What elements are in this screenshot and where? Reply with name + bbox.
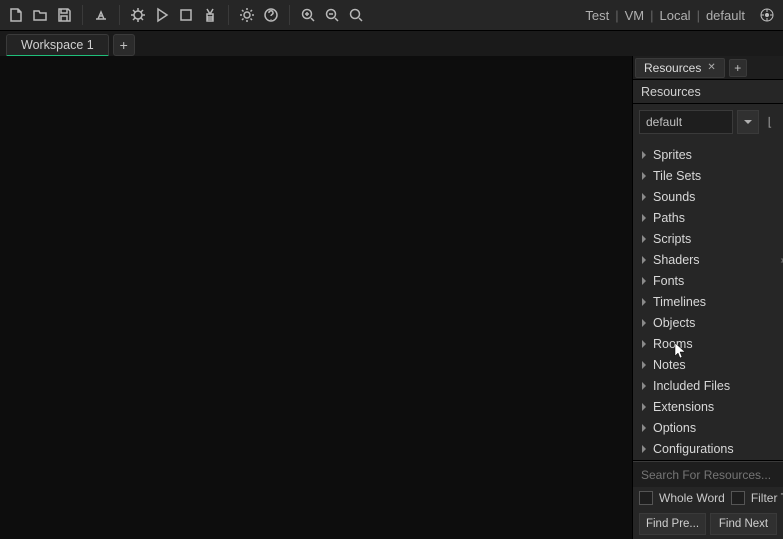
- resource-config-select[interactable]: [639, 110, 733, 134]
- resource-config-row: ⌊: [633, 104, 783, 140]
- disclosure-icon[interactable]: [639, 256, 649, 264]
- disclosure-icon[interactable]: [639, 361, 649, 369]
- workspace-tab[interactable]: Workspace 1: [6, 34, 109, 57]
- tree-item-tile-sets[interactable]: Tile Sets: [633, 165, 783, 186]
- toolbar-separator: [82, 5, 83, 25]
- toolbar-separator: [228, 5, 229, 25]
- tree-item-label: Sounds: [653, 190, 695, 204]
- run-button[interactable]: [150, 3, 174, 27]
- find-next-button[interactable]: Find Next: [710, 513, 777, 535]
- resource-config-dropdown-button[interactable]: [737, 110, 759, 134]
- disclosure-icon[interactable]: [639, 235, 649, 243]
- save-button[interactable]: [52, 3, 76, 27]
- target-local[interactable]: Local: [655, 8, 694, 23]
- resource-config-extra-icon[interactable]: ⌊: [763, 110, 777, 134]
- disclosure-icon[interactable]: [639, 151, 649, 159]
- tree-item-notes[interactable]: Notes: [633, 354, 783, 375]
- tree-item-sounds[interactable]: Sounds: [633, 186, 783, 207]
- disclosure-icon[interactable]: [639, 298, 649, 306]
- debug-button[interactable]: [126, 3, 150, 27]
- tree-item-label: Scripts: [653, 232, 691, 246]
- zoom-reset-button[interactable]: [320, 3, 344, 27]
- disclosure-icon[interactable]: [639, 424, 649, 432]
- whole-word-checkbox[interactable]: [639, 491, 653, 505]
- resource-search-input[interactable]: [633, 461, 783, 487]
- workspace-area[interactable]: [0, 56, 632, 539]
- zoom-out-button[interactable]: [344, 3, 368, 27]
- tree-item-fonts[interactable]: Fonts: [633, 270, 783, 291]
- tree-item-label: Configurations: [653, 442, 734, 456]
- tree-item-timelines[interactable]: Timelines: [633, 291, 783, 312]
- add-panel-tab-button[interactable]: +: [729, 59, 747, 77]
- main-toolbar: Test | VM | Local | default: [0, 0, 783, 31]
- tree-item-label: Extensions: [653, 400, 714, 414]
- stop-button[interactable]: [174, 3, 198, 27]
- target-default[interactable]: default: [702, 8, 749, 23]
- resources-panel-title: Resources: [633, 80, 783, 104]
- help-button[interactable]: [259, 3, 283, 27]
- filter-tree-checkbox[interactable]: [731, 491, 745, 505]
- create-executable-button[interactable]: [89, 3, 113, 27]
- workspace-tab-label: Workspace 1: [21, 38, 94, 52]
- target-status: Test | VM | Local | default: [581, 3, 779, 27]
- disclosure-icon[interactable]: [639, 403, 649, 411]
- disclosure-icon[interactable]: [639, 214, 649, 222]
- close-resources-tab-icon[interactable]: ✕: [707, 62, 715, 73]
- tree-item-label: Timelines: [653, 295, 706, 309]
- resources-tab-row: Resources ✕ +: [633, 56, 783, 80]
- tree-item-label: Rooms: [653, 337, 693, 351]
- tree-item-configurations[interactable]: Configurations: [633, 438, 783, 459]
- tree-item-label: Fonts: [653, 274, 684, 288]
- tree-item-label: Paths: [653, 211, 685, 225]
- disclosure-icon[interactable]: [639, 340, 649, 348]
- tree-item-shaders[interactable]: Shaders: [633, 249, 783, 270]
- tree-item-label: Objects: [653, 316, 695, 330]
- find-previous-button[interactable]: Find Pre...: [639, 513, 706, 535]
- resources-panel: Resources ✕ + Resources ⌊ Sprites Tile Se…: [632, 56, 783, 539]
- tree-item-label: Tile Sets: [653, 169, 701, 183]
- resource-tree[interactable]: Sprites Tile Sets Sounds Paths Scripts Shader…: [633, 140, 783, 460]
- disclosure-icon[interactable]: [639, 172, 649, 180]
- disclosure-icon[interactable]: [639, 382, 649, 390]
- tree-item-sprites[interactable]: Sprites: [633, 144, 783, 165]
- tree-item-rooms[interactable]: Rooms: [633, 333, 783, 354]
- disclosure-icon[interactable]: [639, 277, 649, 285]
- tree-item-label: Shaders: [653, 253, 700, 267]
- tree-item-included-files[interactable]: Included Files: [633, 375, 783, 396]
- whole-word-label: Whole Word: [659, 491, 725, 505]
- resource-config-input[interactable]: [639, 110, 733, 134]
- resources-tab-label: Resources: [644, 61, 701, 75]
- target-test[interactable]: Test: [581, 8, 613, 23]
- zoom-in-button[interactable]: [296, 3, 320, 27]
- toolbar-separator: [289, 5, 290, 25]
- workspace-tab-strip: Workspace 1 +: [0, 31, 783, 56]
- target-vm[interactable]: VM: [621, 8, 649, 23]
- filter-tree-label: Filter Tree: [751, 491, 783, 505]
- tree-item-label: Sprites: [653, 148, 692, 162]
- game-options-button[interactable]: [235, 3, 259, 27]
- tree-item-label: Notes: [653, 358, 686, 372]
- disclosure-icon[interactable]: [639, 193, 649, 201]
- tree-item-extensions[interactable]: Extensions: [633, 396, 783, 417]
- tree-item-scripts[interactable]: Scripts: [633, 228, 783, 249]
- target-manager-button[interactable]: [755, 3, 779, 27]
- tree-item-options[interactable]: Options: [633, 417, 783, 438]
- add-workspace-tab-button[interactable]: +: [113, 34, 135, 56]
- disclosure-icon[interactable]: [639, 445, 649, 453]
- resources-tab[interactable]: Resources ✕: [635, 58, 725, 78]
- tree-item-label: Options: [653, 421, 696, 435]
- open-file-button[interactable]: [28, 3, 52, 27]
- tree-item-objects[interactable]: Objects: [633, 312, 783, 333]
- tree-item-label: Included Files: [653, 379, 730, 393]
- clean-button[interactable]: [198, 3, 222, 27]
- resource-search-section: Whole Word Filter Tree Find Pre... Find …: [633, 460, 783, 539]
- new-file-button[interactable]: [4, 3, 28, 27]
- tree-item-paths[interactable]: Paths: [633, 207, 783, 228]
- toolbar-separator: [119, 5, 120, 25]
- disclosure-icon[interactable]: [639, 319, 649, 327]
